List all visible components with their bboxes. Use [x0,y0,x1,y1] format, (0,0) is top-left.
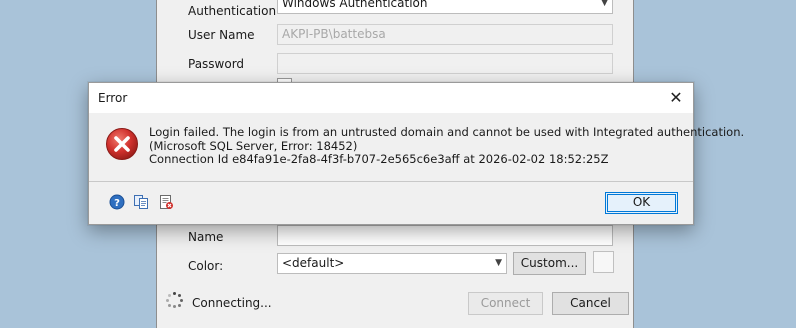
authentication-value: Windows Authentication [282,0,428,10]
loading-spinner-icon [166,292,183,308]
title-bar[interactable]: Error ✕ [89,83,693,113]
close-icon[interactable]: ✕ [665,87,687,109]
username-label: User Name [188,28,255,42]
name-label: Name [188,230,224,244]
username-value: AKPI-PB\battebsa [282,27,386,41]
error-icon [106,128,138,160]
color-swatch [593,251,614,273]
show-details-icon[interactable] [158,194,174,210]
username-field: AKPI-PB\battebsa [277,24,613,45]
dialog-title: Error [98,91,128,105]
dropdown-arrow-icon: ▼ [495,258,502,268]
error-footer: ? OK [89,182,693,224]
authentication-label: Authentication [188,4,277,18]
error-body: Login failed. The login is from an untru… [89,113,744,181]
connect-button[interactable]: Connect [468,292,543,315]
password-field [277,53,613,74]
dropdown-arrow-icon: ▼ [601,0,608,8]
cancel-button[interactable]: Cancel [552,292,629,315]
color-select[interactable]: <default> ▼ [277,253,507,274]
custom-color-button[interactable]: Custom... [513,252,586,275]
name-field[interactable] [277,225,613,246]
copy-icon[interactable] [133,194,149,210]
svg-text:?: ? [114,198,120,209]
error-dialog: Error ✕ Login failed. The login is from … [88,82,744,225]
ok-button[interactable]: OK [605,192,678,214]
status-text: Connecting... [192,296,272,310]
password-label: Password [188,57,245,71]
authentication-select[interactable]: Windows Authentication ▼ [277,0,613,14]
help-icon[interactable]: ? [109,194,125,210]
color-value: <default> [282,256,345,270]
error-message: Login failed. The login is from an untru… [149,125,745,166]
color-label: Color: [188,259,224,273]
